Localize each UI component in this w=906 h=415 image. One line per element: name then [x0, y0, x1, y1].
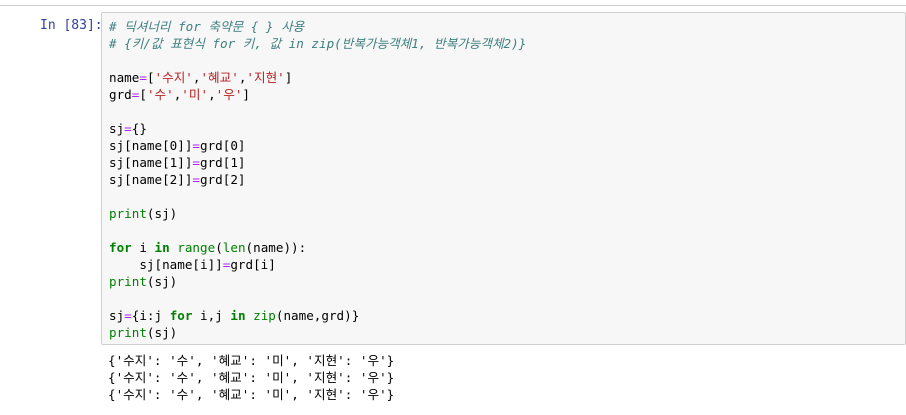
code-token: grd[0]: [200, 138, 246, 153]
code-token: # 딕셔너리 for 축약문 { } 사용: [109, 19, 305, 34]
code-line: # 딕셔너리 for 축약문 { } 사용: [109, 18, 526, 35]
code-token: sj[name[i]]: [109, 257, 223, 272]
code-token: ]: [242, 87, 251, 102]
code-token: print: [109, 325, 147, 340]
code-token: [: [139, 87, 147, 102]
code-token: for: [169, 308, 193, 323]
code-token: (sj): [146, 206, 178, 221]
code-line: name=['수지','혜교','지현']: [109, 69, 526, 86]
code-token: grd[2]: [200, 172, 246, 187]
code-token: '미': [181, 87, 209, 102]
code-token: range: [177, 240, 216, 255]
code-token: =: [124, 308, 132, 323]
code-token: [: [146, 70, 155, 85]
code-token: {i:j: [131, 308, 170, 323]
code-token: in: [230, 308, 246, 323]
code-token: in: [154, 240, 170, 255]
code-token: =: [192, 172, 200, 187]
code-token: print: [109, 274, 147, 289]
code-token: grd[1]: [200, 155, 246, 170]
code-token: ,: [208, 87, 216, 102]
code-token: sj: [109, 121, 125, 136]
code-token: i: [131, 240, 155, 255]
code-token: len: [222, 240, 246, 255]
notebook-top-divider: [0, 5, 906, 6]
code-token: name: [109, 70, 140, 85]
code-token: sj[name[1]]: [109, 155, 193, 170]
code-token: sj[name[2]]: [109, 172, 193, 187]
code-line: sj={i:j for i,j in zip(name,grd)}: [109, 307, 526, 324]
code-token: sj: [109, 308, 125, 323]
code-line: sj={}: [109, 120, 526, 137]
code-token: '지현': [246, 70, 285, 85]
output-line: {'수지': '수', '혜교': '미', '지현': '우'}: [108, 353, 395, 368]
code-token: '수지': [154, 70, 193, 85]
output-line: {'수지': '수', '혜교': '미', '지현': '우'}: [108, 370, 395, 385]
input-prompt: In [83]:: [40, 18, 103, 33]
code-token: (sj): [146, 325, 178, 340]
code-token: i,j: [192, 308, 231, 323]
code-line: grd=['수','미','우']: [109, 86, 526, 103]
code-line: sj[name[i]]=grd[i]: [109, 256, 526, 273]
code-token: ]: [284, 70, 293, 85]
code-token: =: [192, 155, 200, 170]
code-token: (name,grd)}: [275, 308, 360, 323]
code-line: print(sj): [109, 205, 526, 222]
code-cell-input[interactable]: # 딕셔너리 for 축약문 { } 사용 # {키/값 표현식 for 키, 값…: [101, 12, 906, 345]
code-token: grd: [109, 87, 132, 102]
code-line: for i in range(len(name)):: [109, 239, 526, 256]
code-token: sj[name[0]]: [109, 138, 193, 153]
code-token: # {키/값 표현식 for 키, 값 in zip(반복가능객체1, 반복가능…: [109, 36, 527, 51]
code-token: print: [109, 206, 147, 221]
code-token: '우': [215, 87, 243, 102]
code-line: sj[name[0]]=grd[0]: [109, 137, 526, 154]
code-line: sj[name[2]]=grd[2]: [109, 171, 526, 188]
code-token: for: [109, 240, 132, 255]
code-token: zip: [253, 308, 276, 323]
code-token: (: [215, 240, 223, 255]
code-line: print(sj): [109, 273, 526, 290]
code-token: {}: [131, 121, 147, 136]
code-token: '수': [146, 87, 174, 102]
code-line: print(sj): [109, 324, 526, 341]
cell-output: {'수지': '수', '혜교': '미', '지현': '우'} {'수지': …: [108, 352, 394, 403]
code-editor[interactable]: # 딕셔너리 for 축약문 { } 사용 # {키/값 표현식 for 키, 값…: [109, 18, 526, 341]
code-token: '혜교': [200, 70, 239, 85]
code-token: =: [192, 138, 200, 153]
code-line: sj[name[1]]=grd[1]: [109, 154, 526, 171]
code-token: =: [139, 70, 147, 85]
code-token: (name)):: [245, 240, 307, 255]
code-line: # {키/값 표현식 for 키, 값 in zip(반복가능객체1, 반복가능…: [109, 35, 526, 52]
code-token: =: [124, 121, 132, 136]
output-line: {'수지': '수', '혜교': '미', '지현': '우'}: [108, 387, 395, 402]
code-token: (sj): [146, 274, 178, 289]
code-token: grd[i]: [230, 257, 276, 272]
